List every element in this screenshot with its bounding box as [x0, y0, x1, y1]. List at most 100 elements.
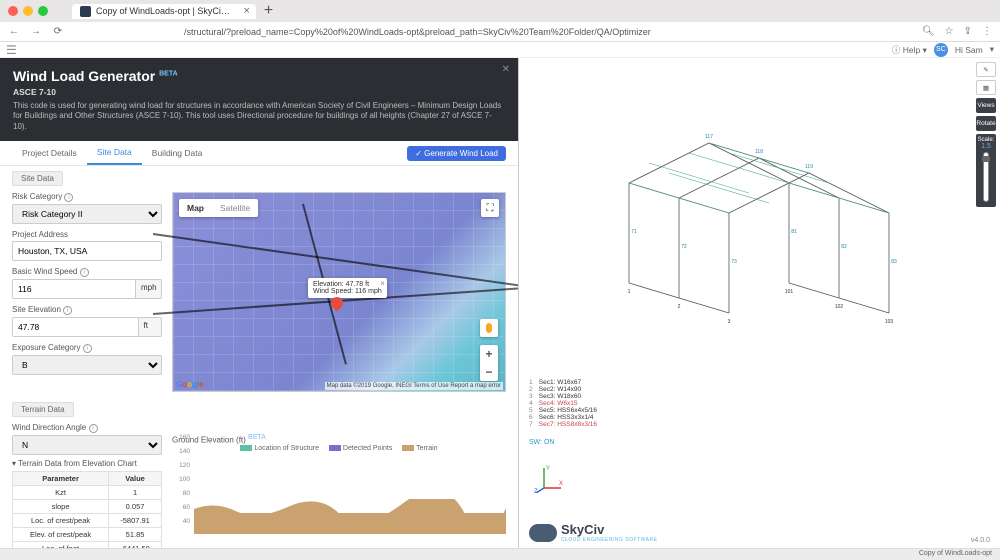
project-address-label: Project Address [12, 230, 162, 239]
scale-widget[interactable]: Scale: 1.5 [976, 134, 996, 207]
map-tooltip: × Elevation: 47.78 ftWind Speed: 116 mph [308, 278, 387, 298]
rotate-button[interactable]: Rotate [976, 116, 996, 131]
basic-wind-speed-label: Basic Wind Speed i [12, 267, 162, 277]
back-icon[interactable]: ← [8, 26, 20, 37]
svg-text:102: 102 [835, 304, 844, 310]
map-type-toggle[interactable]: Map Satellite [179, 199, 258, 217]
section-pill-site-data: Site Data [12, 171, 63, 186]
tab-title: Copy of WindLoads-opt | SkyCi… [96, 6, 230, 16]
svg-text:Y: Y [546, 466, 550, 472]
hamburger-icon[interactable]: ☰ [6, 43, 17, 57]
tab-site-data[interactable]: Site Data [87, 141, 142, 165]
user-menu-caret-icon[interactable]: ▾ [990, 44, 994, 55]
extension-icon[interactable]: ⇪ [964, 26, 972, 37]
terrain-area [194, 499, 506, 534]
exposure-category-label: Exposure Category i [12, 343, 162, 353]
close-panel-icon[interactable]: ✕ [502, 64, 510, 75]
zoom-in-button[interactable]: + [480, 345, 498, 363]
info-icon[interactable]: i [80, 268, 89, 277]
svg-text:73: 73 [731, 259, 737, 265]
svg-text:117: 117 [705, 134, 713, 140]
scale-slider[interactable] [983, 152, 989, 202]
map-attribution[interactable]: Map data ©2019 Google, INEGI Terms of Us… [325, 382, 503, 390]
pegman-icon[interactable] [480, 319, 498, 337]
map-widget[interactable]: Map Satellite ⛶ × Elevation: 47.78 ftWin… [172, 192, 506, 392]
module-description: This code is used for generating wind lo… [13, 101, 505, 132]
tool-pencil-icon[interactable]: ✎ [976, 62, 996, 77]
left-panel: ✕ Wind Load Generator BETA ASCE 7-10 Thi… [0, 58, 519, 548]
tooltip-close-icon[interactable]: × [380, 279, 385, 288]
user-greeting: Hi Sam [955, 45, 983, 55]
window-close-dot[interactable] [8, 6, 18, 16]
table-row: Elev. of crest/peak51.85 [13, 528, 162, 542]
exposure-category-select[interactable]: B [12, 355, 162, 375]
forward-icon[interactable]: → [30, 26, 42, 37]
browser-tab[interactable]: Copy of WindLoads-opt | SkyCi… × [72, 4, 256, 19]
site-elevation-input[interactable] [12, 317, 139, 337]
terrain-table: ParameterValue Kzt1 slope0.057 Loc. of c… [12, 471, 162, 548]
svg-text:83: 83 [891, 259, 897, 265]
svg-text:81: 81 [791, 229, 797, 235]
map-type-map[interactable]: Map [179, 199, 212, 217]
unit-ft: ft [139, 317, 162, 337]
map-type-satellite[interactable]: Satellite [212, 199, 258, 217]
risk-category-select[interactable]: Risk Category II [12, 204, 162, 224]
menu-icon[interactable]: ⋮ [982, 26, 992, 37]
tab-close-icon[interactable]: × [243, 5, 249, 17]
svg-text:72: 72 [681, 244, 687, 250]
info-icon[interactable]: i [63, 306, 72, 315]
window-min-dot[interactable] [23, 6, 33, 16]
axis-gizmo[interactable]: Y X Z [534, 463, 564, 493]
macos-titlebar: Copy of WindLoads-opt | SkyCi… × + [0, 0, 1000, 22]
window-max-dot[interactable] [38, 6, 48, 16]
3d-viewport[interactable]: ✎ ▦ Views Rotate Scale: 1.5 [519, 58, 1000, 548]
svg-text:119: 119 [805, 164, 813, 170]
project-address-input[interactable] [12, 241, 162, 261]
svg-text:Z: Z [534, 489, 538, 493]
zoom-out-button[interactable]: − [480, 363, 498, 381]
tab-building-data[interactable]: Building Data [142, 142, 213, 164]
chart-title: Ground Elevation (ft) BETA [172, 434, 506, 445]
table-row: Loc. of crest/peak-5807.91 [13, 514, 162, 528]
module-header: ✕ Wind Load Generator BETA ASCE 7-10 Thi… [0, 58, 518, 141]
status-file-name: Copy of WindLoads-opt [919, 550, 992, 557]
svg-text:101: 101 [785, 289, 794, 295]
svg-text:82: 82 [841, 244, 847, 250]
search-icon[interactable]: 🔍︎ [922, 26, 935, 37]
svg-text:71: 71 [631, 229, 637, 235]
reload-icon[interactable]: ⟳ [52, 26, 64, 37]
viewport-toolbar: ✎ ▦ Views Rotate Scale: 1.5 [976, 62, 996, 207]
terrain-accordion[interactable]: ▾ Terrain Data from Elevation Chart [12, 459, 162, 468]
info-icon[interactable]: i [64, 193, 73, 202]
help-menu[interactable]: ⓘ Help ▾ [892, 44, 927, 56]
structural-model[interactable]: 717273 818283 117118119 123 101102103 [589, 103, 949, 323]
page-title: Wind Load Generator BETA [13, 68, 505, 84]
chart-legend: Location of Structure Detected Points Te… [172, 445, 506, 452]
tool-grid-icon[interactable]: ▦ [976, 80, 996, 95]
panel-tabs: Project Details Site Data Building Data … [0, 141, 518, 166]
user-avatar[interactable]: SC [934, 43, 948, 57]
map-zoom: + − [480, 345, 498, 381]
wind-direction-angle-select[interactable]: N [12, 435, 162, 455]
table-row: Kzt1 [13, 486, 162, 500]
tab-project-details[interactable]: Project Details [12, 142, 87, 164]
info-icon[interactable]: i [89, 424, 98, 433]
fullscreen-icon[interactable]: ⛶ [481, 199, 499, 217]
basic-wind-speed-input[interactable] [12, 279, 136, 299]
svg-text:118: 118 [755, 149, 763, 155]
views-button[interactable]: Views [976, 98, 996, 113]
section-pill-terrain-data: Terrain Data [12, 402, 74, 417]
new-tab-button[interactable]: + [256, 2, 281, 20]
info-icon[interactable]: i [83, 344, 92, 353]
svg-text:2: 2 [678, 304, 681, 310]
star-icon[interactable]: ☆ [945, 26, 954, 37]
section-legend: 1 Sec1: W16x672 Sec2: W14x903 Sec3: W18x… [529, 379, 597, 428]
skyciv-logo: SkyCiv CLOUD ENGINEERING SOFTWARE [529, 522, 657, 543]
url-field[interactable]: /structural/?preload_name=Copy%20of%20Wi… [74, 27, 912, 37]
unit-mph: mph [136, 279, 162, 299]
table-row: slope0.057 [13, 500, 162, 514]
generate-wind-load-button[interactable]: ✓ Generate Wind Load [407, 146, 506, 161]
google-logo: Google [176, 380, 204, 389]
svg-text:1: 1 [628, 289, 631, 295]
cloud-icon [529, 524, 557, 542]
